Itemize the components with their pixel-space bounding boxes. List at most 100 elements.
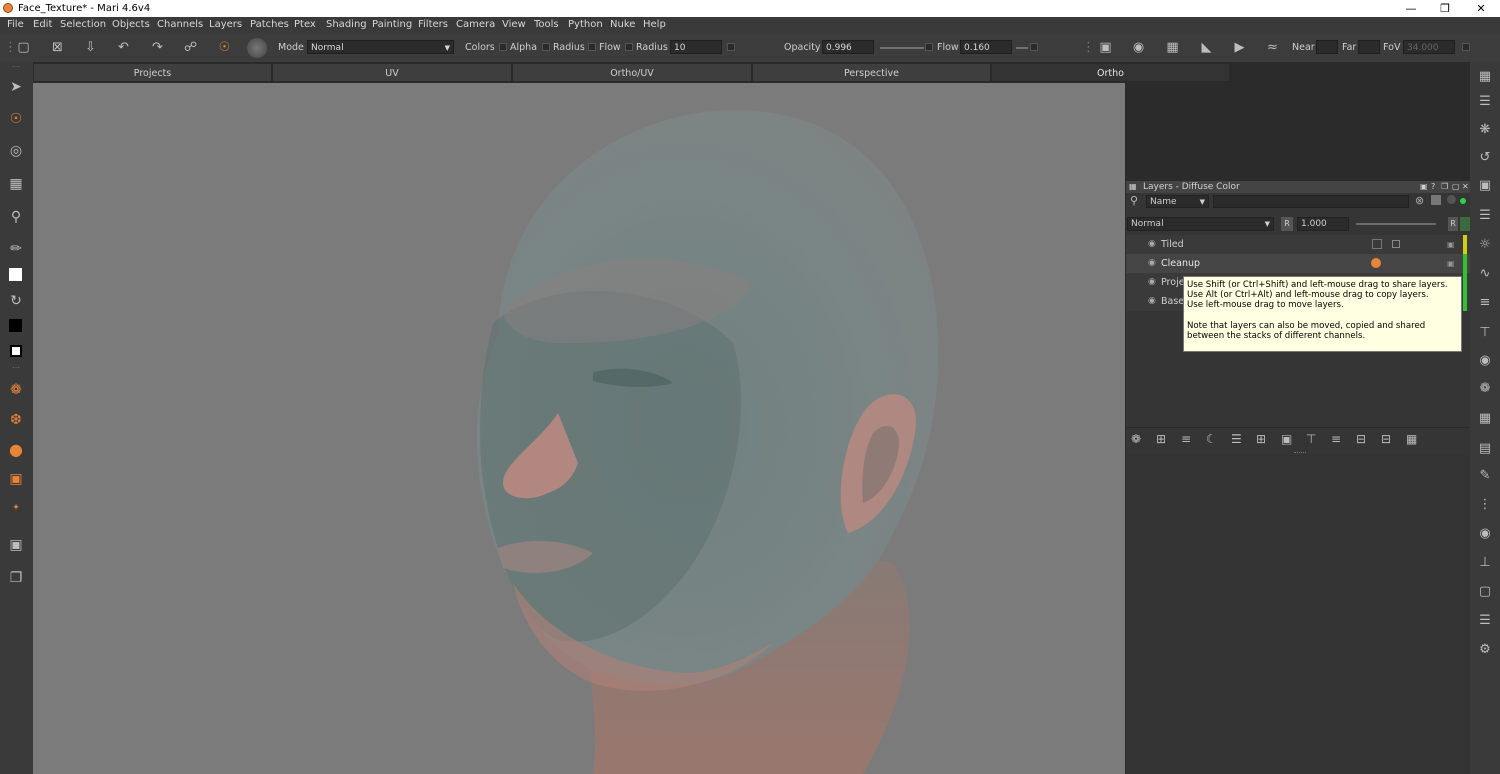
maximize-panel-icon[interactable]: ▢ bbox=[1452, 181, 1460, 193]
grid-icon[interactable]: ▦ bbox=[1476, 410, 1494, 428]
flow-field[interactable]: 0.160 bbox=[960, 40, 1012, 54]
script-icon[interactable]: ✎ bbox=[1476, 467, 1494, 485]
asterisk-icon[interactable]: ❋ bbox=[1476, 121, 1494, 139]
menu-tools[interactable]: Tools bbox=[534, 19, 559, 30]
close-button[interactable]: ✕ bbox=[1464, 0, 1498, 17]
menu-python[interactable]: Python bbox=[568, 19, 603, 30]
close-panel-icon[interactable]: ✕ bbox=[1462, 181, 1469, 193]
group-icon[interactable]: ☰ bbox=[1231, 432, 1242, 446]
flag-icon[interactable]: ▶ bbox=[1232, 40, 1247, 55]
menu-objects[interactable]: Objects bbox=[112, 19, 150, 30]
clear-filter-icon[interactable]: ⊗ bbox=[1415, 194, 1424, 207]
filter-dropdown[interactable]: Name ▼ bbox=[1146, 195, 1209, 208]
brush-icon[interactable]: ❆ bbox=[7, 411, 25, 429]
tab-ortho-uv[interactable]: Ortho/UV bbox=[512, 63, 752, 82]
camera-icon[interactable]: ◉ bbox=[1476, 525, 1494, 543]
layer-opacity-slider[interactable] bbox=[1356, 223, 1436, 225]
menu-patches[interactable]: Patches bbox=[250, 19, 289, 30]
menu-help[interactable]: Help bbox=[643, 19, 666, 30]
maximize-button[interactable]: ❐ bbox=[1428, 0, 1462, 17]
opacity-reset-button[interactable]: R bbox=[1281, 217, 1293, 231]
add-filter-icon[interactable]: ☾ bbox=[1206, 432, 1217, 446]
transform-icon[interactable]: ✦ bbox=[7, 499, 25, 517]
near-field[interactable] bbox=[1316, 40, 1338, 54]
shader-icon[interactable]: ◉ bbox=[1476, 352, 1494, 370]
cube-icon[interactable]: ▣ bbox=[1098, 40, 1113, 55]
redo-icon[interactable]: ↷ bbox=[150, 40, 165, 55]
menu-view[interactable]: View bbox=[502, 19, 526, 30]
dot-icon[interactable]: ● bbox=[7, 441, 25, 459]
menu-file[interactable]: File bbox=[7, 19, 24, 30]
add-procedural-icon[interactable]: ≡ bbox=[1181, 432, 1191, 446]
eye-icon[interactable]: ◉ bbox=[1148, 273, 1156, 292]
shape-icon[interactable]: ◣ bbox=[1199, 40, 1214, 55]
remove-mask-icon[interactable]: ⊟ bbox=[1381, 432, 1391, 446]
menu-camera[interactable]: Camera bbox=[456, 19, 495, 30]
panel-float-icon[interactable]: ▣ bbox=[1420, 181, 1428, 193]
panel-icon[interactable]: ▦ bbox=[1476, 68, 1494, 86]
menu-nuke[interactable]: Nuke bbox=[610, 19, 635, 30]
remove-layer-icon[interactable]: ⊟ bbox=[1356, 432, 1366, 446]
tab-projects[interactable]: Projects bbox=[33, 63, 272, 82]
tree-icon[interactable]: ≡ bbox=[1476, 294, 1494, 312]
zoom-icon[interactable]: ⚲ bbox=[7, 208, 25, 226]
mode-dropdown[interactable]: Normal ▼ bbox=[307, 40, 454, 54]
filter-input[interactable] bbox=[1213, 195, 1409, 208]
menu-selection[interactable]: Selection bbox=[60, 19, 106, 30]
swatch-pair-icon[interactable] bbox=[10, 345, 22, 357]
tab-ortho[interactable]: Ortho bbox=[991, 63, 1230, 82]
alpha-checkbox[interactable] bbox=[542, 43, 550, 51]
close-file-icon[interactable]: ⊠ bbox=[50, 40, 65, 55]
stack-icon[interactable]: ⋮ bbox=[1476, 496, 1494, 514]
rect-icon[interactable]: ▢ bbox=[1476, 583, 1494, 601]
curve-icon[interactable]: ∿ bbox=[1476, 265, 1494, 283]
list-icon[interactable]: ☰ bbox=[1476, 207, 1494, 225]
marquee-icon[interactable]: ▣ bbox=[7, 470, 25, 488]
link-icon[interactable]: ▣ bbox=[1447, 254, 1455, 273]
layer-opacity-field[interactable]: 1.000 bbox=[1297, 217, 1349, 231]
menu-shading[interactable]: Shading bbox=[326, 19, 367, 30]
paint-buffer-icon[interactable]: ❁ bbox=[7, 381, 25, 399]
radius-checkbox[interactable] bbox=[588, 43, 596, 51]
clone-icon[interactable]: ◎ bbox=[7, 142, 25, 160]
checker-icon[interactable]: ▦ bbox=[1165, 40, 1180, 55]
image-icon[interactable]: ▣ bbox=[1476, 177, 1494, 195]
toggle-icon[interactable] bbox=[1431, 195, 1441, 205]
mask-stack-icon[interactable]: ▣ bbox=[1281, 432, 1292, 446]
blend-mode-dropdown[interactable]: Normal ▼ bbox=[1127, 217, 1274, 231]
opacity-lock-checkbox[interactable] bbox=[925, 43, 933, 51]
paint-icon[interactable]: ☉ bbox=[7, 110, 25, 128]
menu-lines-icon[interactable]: ☰ bbox=[1476, 93, 1494, 111]
undock-icon[interactable]: ❐ bbox=[1441, 181, 1448, 193]
flow-slider[interactable] bbox=[1016, 47, 1028, 49]
radius-field[interactable]: 10 bbox=[670, 40, 722, 54]
fov-lock-checkbox[interactable] bbox=[1462, 43, 1470, 51]
tools-icon[interactable]: ⚙ bbox=[1476, 641, 1494, 659]
frame-icon[interactable]: ▣ bbox=[7, 536, 25, 554]
opacity-slider[interactable] bbox=[880, 47, 924, 49]
tab-uv[interactable]: UV bbox=[272, 63, 512, 82]
toggle-icon[interactable]: ▤ bbox=[1476, 440, 1494, 458]
grid-icon[interactable]: ▦ bbox=[7, 175, 25, 193]
menu-painting[interactable]: Painting bbox=[372, 19, 412, 30]
flatten-icon[interactable]: ≡ bbox=[1331, 432, 1341, 446]
lock-toggle[interactable] bbox=[1460, 217, 1470, 231]
layer-row-cleanup[interactable]: ◉ Cleanup ▣ bbox=[1126, 254, 1471, 273]
add-layer-icon[interactable]: ❁ bbox=[1131, 432, 1141, 446]
opacity-field[interactable]: 0.996 bbox=[822, 40, 874, 54]
layer-row-tiled[interactable]: ◉ Tiled ▣ bbox=[1126, 235, 1471, 254]
panel-pin-icon[interactable]: ▦ bbox=[1129, 181, 1137, 193]
flow-checkbox[interactable] bbox=[625, 43, 633, 51]
viewport-3d[interactable] bbox=[33, 83, 1125, 774]
menu-edit[interactable]: Edit bbox=[33, 19, 52, 30]
layers-icon[interactable]: ☰ bbox=[1476, 612, 1494, 630]
paint-target-icon[interactable]: ☉ bbox=[217, 40, 232, 55]
menu-layers[interactable]: Layers bbox=[209, 19, 242, 30]
reset-button[interactable]: R bbox=[1448, 217, 1458, 231]
select-icon[interactable]: ➤ bbox=[7, 78, 25, 96]
lock-icon[interactable] bbox=[1392, 240, 1400, 248]
light-icon[interactable]: ☼ bbox=[1476, 236, 1494, 254]
swap-icon[interactable]: ↻ bbox=[7, 292, 25, 310]
tab-perspective[interactable]: Perspective bbox=[752, 63, 991, 82]
eye-icon[interactable]: ◉ bbox=[1148, 254, 1156, 273]
